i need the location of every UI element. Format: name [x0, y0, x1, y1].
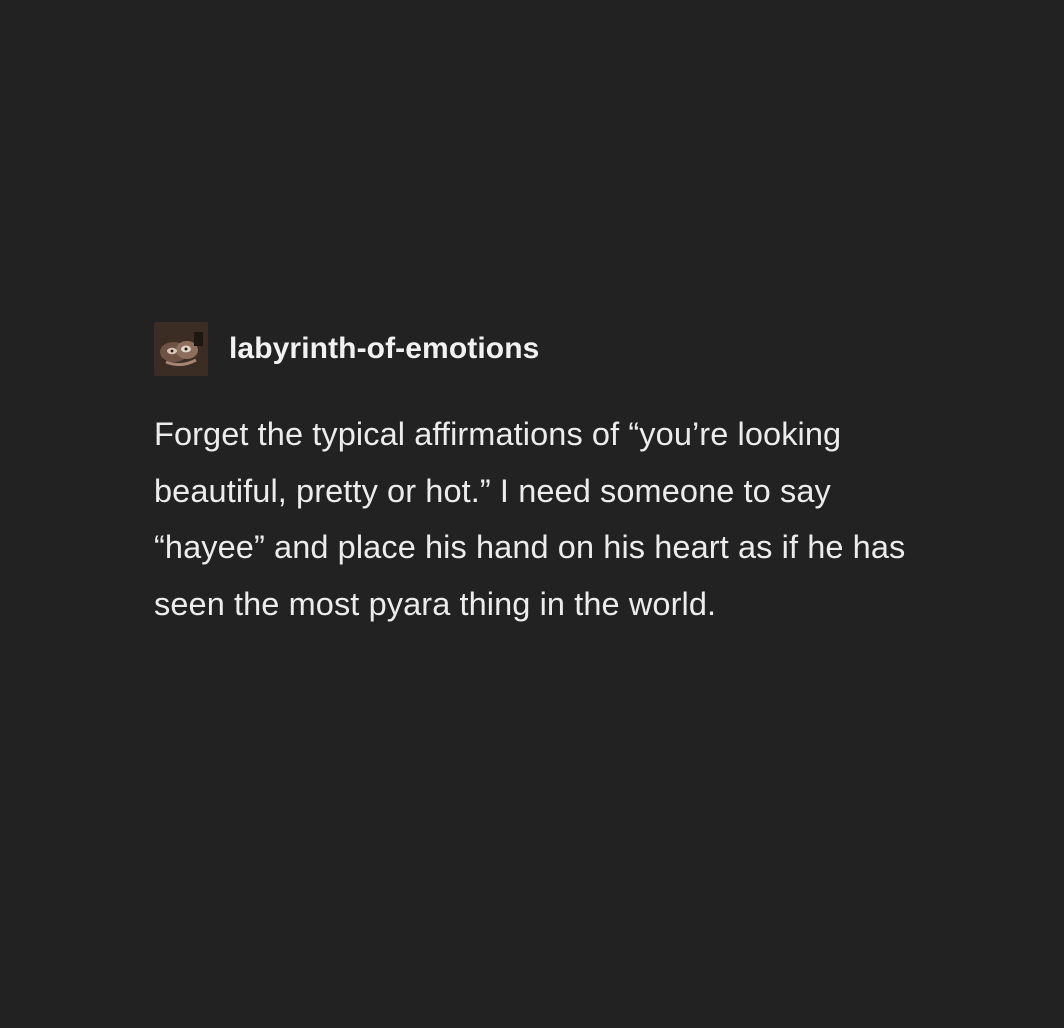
username[interactable]: labyrinth-of-emotions	[229, 334, 539, 364]
avatar[interactable]	[154, 322, 208, 376]
post-header: labyrinth-of-emotions	[154, 321, 1014, 377]
post-text: Forget the typical affirmations of “you’…	[154, 406, 914, 632]
post-card: labyrinth-of-emotions Forget the typical…	[154, 321, 1014, 632]
profile-photo-icon	[154, 322, 208, 376]
post-body-text: Forget the typical affirmations of “you’…	[154, 416, 906, 622]
